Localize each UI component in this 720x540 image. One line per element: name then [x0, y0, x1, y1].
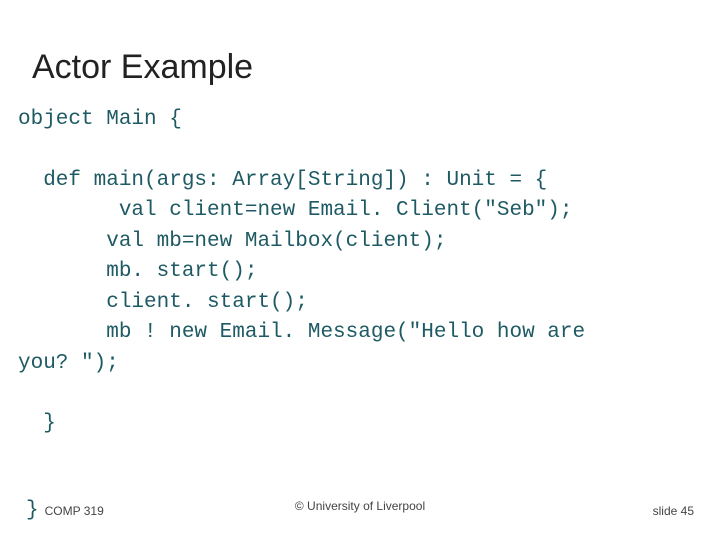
code-line: object Main { — [18, 108, 182, 131]
code-line: def main(args: Array[String]) : Unit = { — [18, 169, 547, 192]
footer-left: } COMP 319 — [26, 499, 104, 522]
code-line: you? "); — [18, 352, 119, 375]
code-line: val mb=new Mailbox(client); — [18, 230, 446, 253]
code-line: } — [18, 412, 56, 435]
closing-brace: } — [26, 499, 39, 522]
code-line: val client=new Email. Client("Seb"); — [18, 199, 573, 222]
code-line: mb. start(); — [18, 260, 257, 283]
copyright: © University of Liverpool — [295, 499, 425, 513]
code-block: object Main { def main(args: Array[Strin… — [0, 105, 720, 440]
footer: } COMP 319 © University of Liverpool sli… — [0, 499, 720, 522]
code-line: client. start(); — [18, 291, 308, 314]
slide-title: Actor Example — [0, 0, 720, 105]
slide: Actor Example object Main { def main(arg… — [0, 0, 720, 540]
slide-number: slide 45 — [653, 504, 694, 518]
code-line: mb ! new Email. Message("Hello how are — [18, 321, 585, 344]
course-code: COMP 319 — [45, 504, 104, 518]
